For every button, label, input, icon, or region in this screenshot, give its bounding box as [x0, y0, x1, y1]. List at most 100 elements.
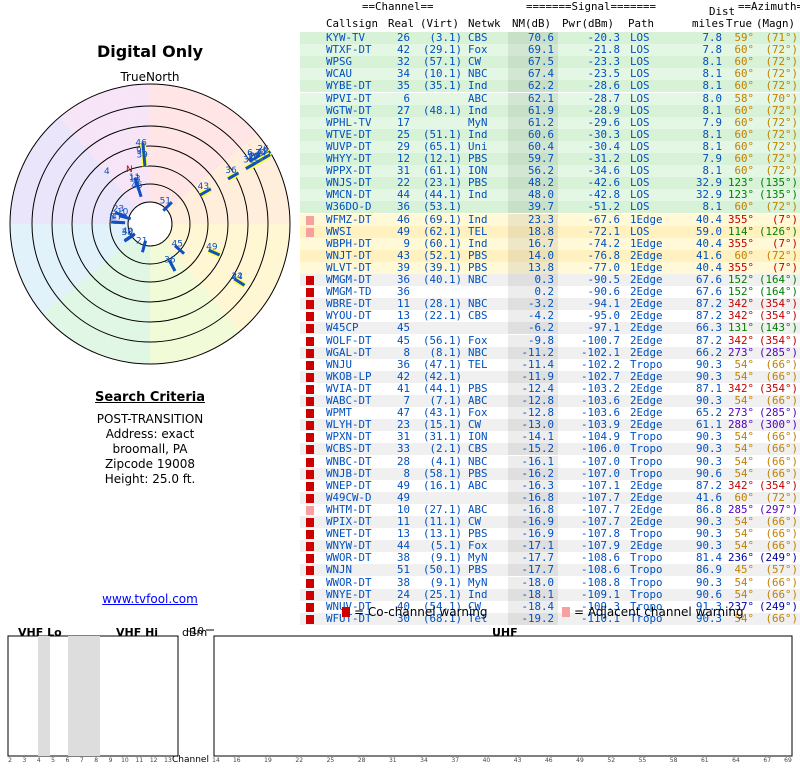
table-row[interactable]: WBPH-DT 9 (60.1) Ind 16.7 -74.2 1Edge 40.4 355° (… [300, 236, 800, 250]
table-cell: -102.7 [580, 369, 620, 383]
gap-shade [38, 636, 50, 756]
table-row[interactable]: WOLF-DT 45 (56.1) Fox -9.8 -100.7 2Edge 87.2 342… [300, 333, 800, 347]
header-nm: NM(dB) [512, 17, 552, 30]
table-row[interactable]: WKOB-LP 42 (42.1) -11.9 -102.7 2Edge 90.3 54° (6… [300, 369, 800, 383]
station-channel-label: 36 [225, 166, 237, 176]
table-row[interactable]: WNBC-DT 28 (4.1) NBC -16.1 -107.0 Tropo 90.3 54°… [300, 454, 800, 468]
table-cell: -16.2 [521, 466, 554, 480]
channel-tick: 46 [545, 757, 553, 764]
adjacent-text: = Adjacent channel warning [574, 605, 744, 619]
table-cell: CBS [468, 442, 488, 456]
table-cell: WNJN [326, 563, 353, 577]
table-row[interactable]: WNJU 36 (47.1) TEL -11.4 -102.2 Tropo 90.3 54° (6… [300, 357, 800, 371]
gap-shade [68, 636, 100, 756]
table-cell: WYBE-DT [326, 79, 372, 93]
table-cell: WKOB-LP [326, 369, 372, 383]
table-cell: 90.3 [695, 442, 722, 456]
co-channel-warning-icon [306, 457, 314, 467]
table-row[interactable]: WPVI-DT 6 ABC 62.1 -28.7 LOS 8.0 58° (70°) [300, 91, 800, 105]
table-cell: -30.3 [587, 127, 620, 141]
header-true: True [726, 17, 753, 30]
table-cell: Ind [468, 127, 488, 141]
table-row[interactable]: WGTW-DT 27 (48.1) Ind 61.9 -28.9 LOS 8.1 60° (72°… [300, 103, 800, 117]
table-cell: -97.1 [587, 321, 620, 335]
co-channel-warning-icon [306, 566, 314, 576]
table-cell: ABC [468, 478, 488, 492]
adjacent-swatch-icon [562, 607, 570, 617]
table-cell: 90.3 [695, 575, 722, 589]
table-row[interactable]: WNJN 51 (50.1) PBS -17.7 -108.6 Tropo 86.9 45° (5… [300, 563, 800, 577]
table-cell: -28.7 [587, 91, 620, 105]
table-cell: 42 [396, 369, 410, 383]
table-row[interactable]: WNJB-DT 8 (58.1) PBS -16.2 -107.0 Tropo 90.6 54°… [300, 466, 800, 480]
table-cell: (72°) [765, 248, 798, 262]
table-cell: 60° [734, 490, 754, 504]
channel-tick: 61 [701, 757, 709, 764]
table-row[interactable]: WNJT-DT 43 (52.1) PBS 14.0 -76.8 2Edge 41.6 60° (… [300, 248, 800, 262]
station-channel-label: 39 [136, 150, 148, 160]
table-cell: MyN [468, 115, 488, 129]
table-row[interactable]: WTVE-DT 25 (51.1) Ind 60.6 -30.3 LOS 8.1 60° (72°… [300, 127, 800, 141]
station-table: ==Channel== =======Signal======= Dist ==… [300, 0, 800, 625]
table-cell: 2Edge [630, 490, 663, 504]
table-header: ==Channel== =======Signal======= Dist ==… [300, 0, 800, 32]
north-label: N [126, 165, 133, 175]
table-cell: Tropo [630, 575, 663, 589]
channel-tick: 9 [109, 757, 113, 764]
table-cell: 54° [734, 357, 754, 371]
table-cell: (8.1) [429, 345, 462, 359]
table-cell: -106.0 [580, 442, 620, 456]
table-row[interactable]: WCBS-DT 33 (2.1) CBS -15.2 -106.0 Tropo 90.3 54°… [300, 442, 800, 456]
table-cell: 54° [734, 575, 754, 589]
co-channel-warning-icon [306, 530, 314, 540]
table-cell: WBPH-DT [326, 236, 372, 250]
table-row[interactable]: WWSI 49 (62.1) TEL 18.8 -72.1 LOS 59.0 114° (126°… [300, 225, 800, 238]
table-cell: (47.1) [422, 357, 462, 371]
table-row[interactable]: W49CW-D 49 -16.8 -107.7 2Edge 41.6 60° (72°) [300, 490, 800, 504]
site-link[interactable]: www.tvfool.com [0, 592, 300, 606]
table-cell: (60.1) [422, 236, 462, 250]
table-cell: WNYE-DT [326, 587, 372, 601]
table-cell: 1Edge [630, 236, 663, 250]
table-cell: 45 [396, 321, 410, 335]
table-cell: 24 [396, 587, 410, 601]
table-cell: -28.9 [587, 103, 620, 117]
table-cell: 60° [734, 103, 754, 117]
table-cell: 60° [734, 127, 754, 141]
table-cell: 54° [734, 454, 754, 468]
channel-tick: 12 [150, 757, 158, 764]
co-channel-warning-icon [306, 336, 314, 346]
channel-tick: 14 [212, 757, 220, 764]
dbm-tick: -10 [188, 626, 204, 637]
header-virt: (Virt) [420, 17, 460, 30]
channel-tick: 2 [8, 757, 12, 764]
table-cell: 1Edge [630, 212, 663, 226]
station-channel-label: 43 [198, 182, 209, 192]
station-channel-label: 21 [136, 236, 147, 246]
warning-legend: = Co-channel warning = Adjacent channel … [300, 605, 800, 621]
table-cell: -107.0 [580, 454, 620, 468]
table-row[interactable]: WYBE-DT 35 (35.1) Ind 62.2 -28.6 LOS 8.1 60° (72°… [300, 79, 800, 93]
table-cell: 46 [396, 212, 410, 226]
table-row[interactable]: W45CP 45 -6.2 -97.1 2Edge 66.3 131° (143°) [300, 321, 800, 335]
table-row[interactable]: WPHL-TV 17 MyN 61.2 -29.6 LOS 7.9 60° (72°) [300, 115, 800, 129]
table-cell: PBS [468, 248, 488, 262]
table-cell: 45 [396, 333, 410, 347]
table-row[interactable]: WFMZ-DT 46 (69.1) Ind 23.3 -67.6 1Edge 40.4 355°… [300, 212, 800, 226]
table-cell: 60° [734, 115, 754, 129]
table-cell: WWOR-DT [326, 575, 372, 589]
table-cell: W49CW-D [326, 490, 372, 504]
table-row[interactable]: WWOR-DT 38 (9.1) MyN -18.0 -108.8 Tropo 90.3 54°… [300, 575, 800, 589]
table-cell: 60.6 [527, 127, 554, 141]
table-cell: 8.1 [702, 79, 722, 93]
table-row[interactable]: WNYE-DT 24 (25.1) Ind -18.1 -109.1 Tropo 90.6 54… [300, 587, 800, 601]
table-row[interactable]: WNEP-DT 49 (16.1) ABC -16.3 -107.1 2Edge 87.2 34… [300, 478, 800, 492]
table-cell: (2.1) [429, 442, 462, 456]
table-cell: 60° [734, 248, 754, 262]
table-cell: (70°) [765, 91, 798, 105]
table-row[interactable]: WGAL-DT 8 (8.1) NBC -11.2 -102.1 2Edge 66.2 273°… [300, 345, 800, 359]
table-row[interactable]: W36DO-D 36 (53.1) 39.7 -51.2 LOS 8.1 60° (72°) [300, 201, 800, 214]
co-channel-warning-icon [306, 384, 314, 394]
table-cell: 35 [396, 79, 410, 93]
co-channel-warning-icon [306, 324, 314, 334]
